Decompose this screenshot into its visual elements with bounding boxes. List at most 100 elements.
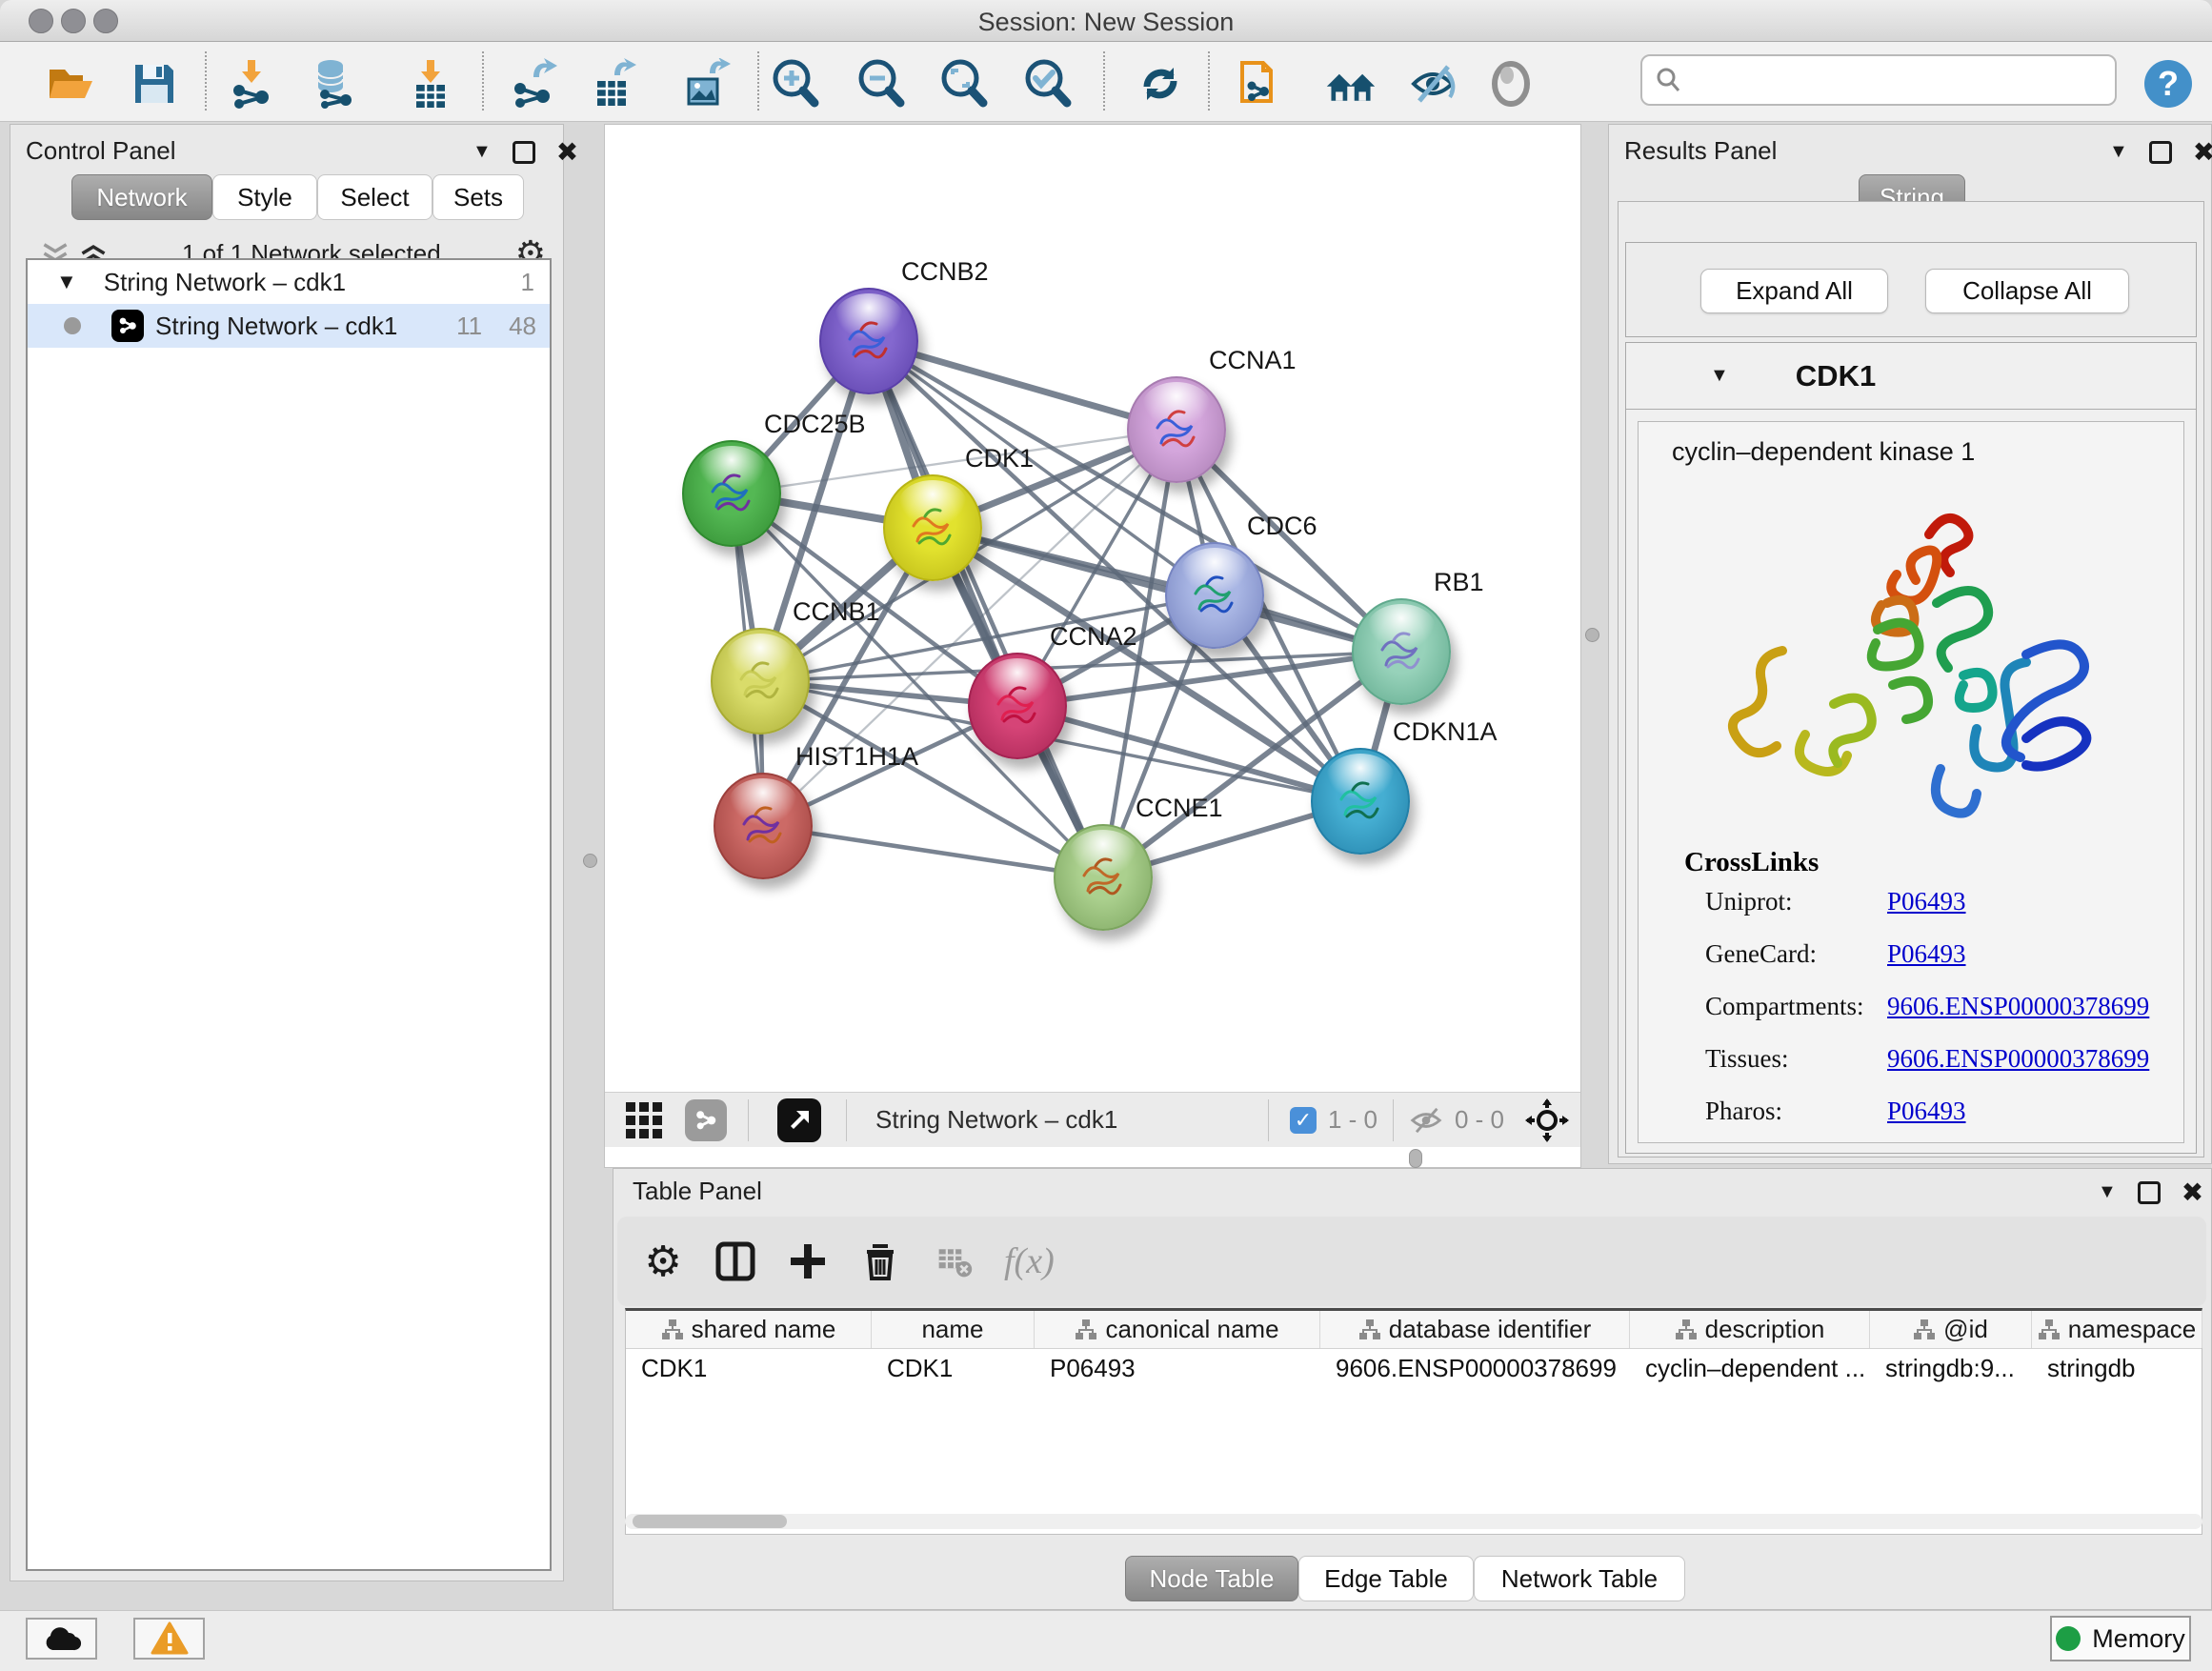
- network-node-cdkn1a[interactable]: [1311, 748, 1410, 855]
- zoom-in-button[interactable]: [769, 57, 822, 111]
- tab-node-table[interactable]: Node Table: [1125, 1556, 1298, 1601]
- float-panel-icon[interactable]: [2138, 1181, 2161, 1204]
- close-panel-icon[interactable]: ✖: [2182, 1177, 2203, 1208]
- left-splitter-handle[interactable]: [583, 854, 597, 868]
- string-import-button[interactable]: [1233, 57, 1286, 111]
- right-splitter-handle[interactable]: [1585, 628, 1599, 642]
- toolbar-search-field[interactable]: [1640, 54, 2117, 106]
- table-cell[interactable]: stringdb:9...: [1870, 1349, 2032, 1387]
- column-header[interactable]: canonical name: [1035, 1311, 1320, 1348]
- gene-section-header[interactable]: ▼ CDK1: [1626, 343, 2196, 410]
- warnings-button[interactable]: [133, 1618, 205, 1660]
- open-session-button[interactable]: [45, 57, 98, 111]
- close-panel-icon[interactable]: ✖: [2193, 136, 2212, 168]
- horizontal-splitter-handle[interactable]: [1409, 1149, 1422, 1168]
- column-header[interactable]: shared name: [626, 1311, 872, 1348]
- zoom-out-button[interactable]: [855, 57, 908, 111]
- crosslink-link[interactable]: P06493: [1887, 887, 1966, 916]
- export-table-button[interactable]: [587, 57, 640, 111]
- import-network-file-button[interactable]: [225, 57, 278, 111]
- search-input[interactable]: [1690, 66, 2090, 95]
- tab-style[interactable]: Style: [212, 174, 317, 220]
- node-label-ccnb1: CCNB1: [793, 597, 880, 627]
- collection-expand-icon[interactable]: ▼: [56, 270, 77, 294]
- fit-selected-crosshair-icon[interactable]: [1525, 1098, 1569, 1142]
- save-session-button[interactable]: [128, 57, 181, 111]
- window-titlebar: Session: New Session: [0, 0, 2212, 42]
- network-node-cdc25b[interactable]: [682, 440, 781, 547]
- collapse-panel-icon[interactable]: ▼: [473, 141, 492, 163]
- network-canvas[interactable]: CCNB2CCNA1CDC25BCDK1CDC6RB1CCNB1CCNA2CDK…: [605, 125, 1582, 1092]
- show-glass-button[interactable]: [1484, 57, 1538, 111]
- help-button[interactable]: ?: [2142, 57, 2195, 111]
- hide-glass-button[interactable]: [1406, 57, 1459, 111]
- zoom-fit-button[interactable]: [937, 57, 991, 111]
- node-label-rb1: RB1: [1434, 568, 1484, 597]
- table-cell[interactable]: 9606.ENSP00000378699: [1320, 1349, 1630, 1387]
- import-network-database-button[interactable]: [307, 57, 360, 111]
- add-column-icon[interactable]: [779, 1233, 836, 1290]
- zoom-selected-button[interactable]: [1021, 57, 1075, 111]
- network-collection-row[interactable]: ▼ String Network – cdk1 1: [28, 260, 550, 304]
- close-panel-icon[interactable]: ✖: [556, 136, 578, 168]
- birdseye-navigator-icon[interactable]: [777, 1098, 821, 1142]
- network-node-ccne1[interactable]: [1054, 824, 1153, 931]
- share-view-icon[interactable]: [685, 1099, 727, 1141]
- collapse-panel-icon[interactable]: ▼: [2109, 141, 2128, 163]
- delete-column-trash-icon[interactable]: [852, 1233, 909, 1290]
- grid-view-icon[interactable]: [622, 1098, 666, 1142]
- network-node-ccnb2[interactable]: [819, 288, 918, 394]
- float-panel-icon[interactable]: [2149, 141, 2172, 164]
- column-header[interactable]: database identifier: [1320, 1311, 1630, 1348]
- collapse-all-button[interactable]: Collapse All: [1925, 269, 2129, 313]
- tab-network-table[interactable]: Network Table: [1474, 1556, 1685, 1601]
- table-row[interactable]: CDK1CDK1P064939606.ENSP00000378699cyclin…: [626, 1349, 2202, 1387]
- crosslink-link[interactable]: 9606.ENSP00000378699: [1887, 1044, 2149, 1074]
- memory-button[interactable]: Memory: [2050, 1616, 2191, 1661]
- export-network-button[interactable]: [508, 57, 561, 111]
- crosslink-label: Tissues:: [1705, 1044, 1789, 1073]
- table-cell[interactable]: cyclin–dependent ...: [1630, 1349, 1870, 1387]
- column-header[interactable]: @id: [1870, 1311, 2032, 1348]
- column-header[interactable]: description: [1630, 1311, 1870, 1348]
- gene-collapse-icon[interactable]: ▼: [1710, 365, 1729, 387]
- table-cell[interactable]: stringdb: [2032, 1349, 2202, 1387]
- network-node-ccna2[interactable]: [968, 653, 1067, 759]
- network-node-cdc6[interactable]: [1165, 542, 1264, 649]
- network-node-ccnb1[interactable]: [711, 628, 810, 735]
- show-columns-icon[interactable]: [707, 1233, 764, 1290]
- cloud-button[interactable]: [26, 1618, 97, 1660]
- network-row-selected[interactable]: String Network – cdk1 11 48: [28, 304, 550, 348]
- tab-sets[interactable]: Sets: [432, 174, 524, 220]
- table-cell[interactable]: CDK1: [872, 1349, 1035, 1387]
- tab-edge-table[interactable]: Edge Table: [1298, 1556, 1474, 1601]
- column-header[interactable]: namespace: [2032, 1311, 2202, 1348]
- table-cell[interactable]: P06493: [1035, 1349, 1320, 1387]
- network-node-cdk1[interactable]: [883, 474, 982, 581]
- crosslink-link[interactable]: P06493: [1887, 939, 1966, 969]
- network-node-rb1[interactable]: [1352, 598, 1451, 705]
- table-horizontal-scrollbar[interactable]: [625, 1514, 2202, 1529]
- tab-select[interactable]: Select: [317, 174, 432, 220]
- crosslink-link[interactable]: 9606.ENSP00000378699: [1887, 992, 2149, 1021]
- network-node-hist1h1a[interactable]: [714, 773, 813, 879]
- scrollbar-thumb[interactable]: [633, 1515, 787, 1528]
- network-node-ccna1[interactable]: [1127, 376, 1226, 483]
- column-tree-icon: [1358, 1319, 1381, 1341]
- selected-checkbox[interactable]: ✓: [1290, 1107, 1317, 1134]
- table-cell[interactable]: CDK1: [626, 1349, 872, 1387]
- crosslink-link[interactable]: P06493: [1887, 1097, 1966, 1126]
- refresh-button[interactable]: [1134, 57, 1187, 111]
- collapse-panel-icon[interactable]: ▼: [2098, 1181, 2117, 1203]
- export-image-button[interactable]: [680, 57, 734, 111]
- tab-network[interactable]: Network: [71, 174, 212, 220]
- expand-all-button[interactable]: Expand All: [1700, 269, 1888, 313]
- network-node-count: 11: [456, 312, 482, 341]
- table-options-gear-icon[interactable]: ⚙: [634, 1233, 692, 1290]
- gene-details: cyclin–dependent kinase 1: [1638, 421, 2184, 1143]
- string-home-button[interactable]: [1324, 57, 1377, 111]
- column-header[interactable]: name: [872, 1311, 1035, 1348]
- float-panel-icon[interactable]: [513, 141, 535, 164]
- network-edge[interactable]: [763, 826, 1103, 877]
- import-table-file-button[interactable]: [404, 57, 457, 111]
